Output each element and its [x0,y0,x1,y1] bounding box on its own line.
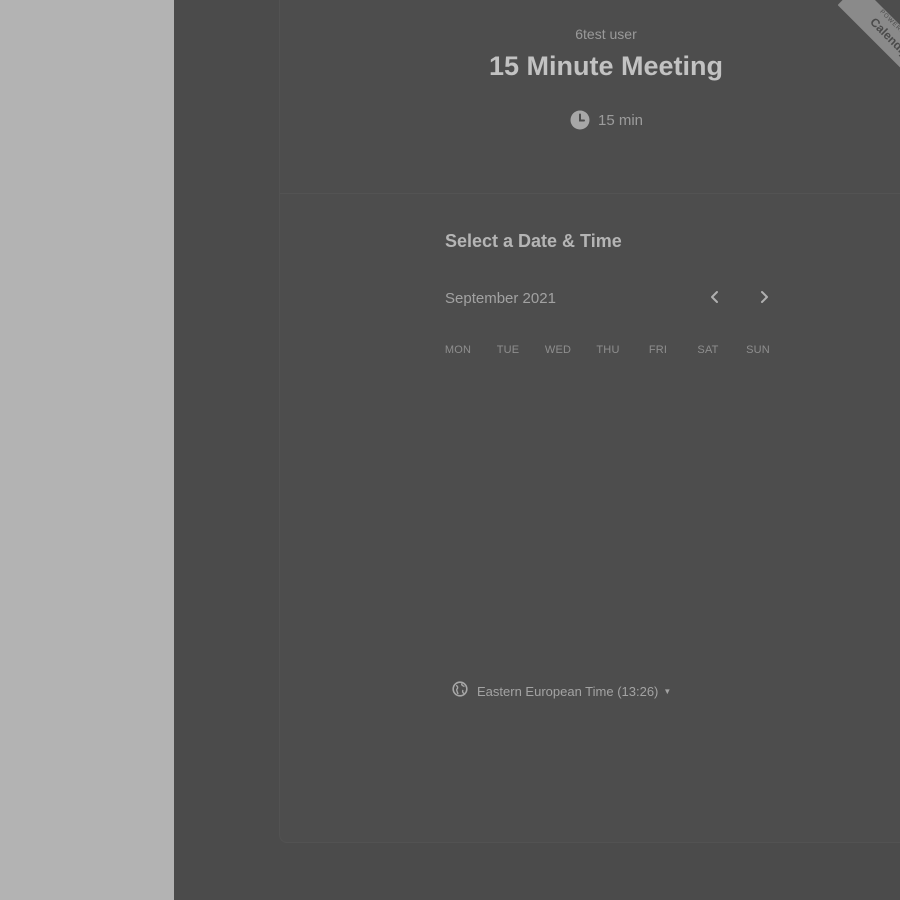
backdrop-left [0,0,174,900]
powered-by-ribbon: POWERED BY Calendly [838,0,900,71]
weekday-header-row: MON TUE WED THU FRI SAT SUN [433,344,793,356]
weekday-mon: MON [444,344,472,356]
weekday-tue: TUE [496,344,520,356]
weekday-thu: THU [596,344,620,356]
select-date-heading: Select a Date & Time [445,231,622,251]
month-label: September 2021 [445,290,556,307]
event-header: 6test user 15 Minute Meeting 15 min [280,0,900,194]
event-title: 15 Minute Meeting [488,51,724,81]
weekday-sun: SUN [746,344,770,356]
timezone-label: Eastern European Time (13:26) [477,683,659,699]
weekday-wed: WED [544,344,572,356]
modal-overlay: 6test user 15 Minute Meeting 15 min Sele… [174,0,900,900]
brand-text: Calendly [867,14,900,61]
powered-by-badge[interactable]: POWERED BY Calendly [838,0,900,71]
duration-label: 15 min [598,111,644,129]
weekday-sat: SAT [697,344,719,356]
caret-down-icon: ▼ [663,686,672,696]
event-duration: 15 min [570,109,643,131]
chevron-right-icon [758,290,770,309]
clock-icon [570,110,590,130]
prev-month-button[interactable] [703,287,727,311]
weekday-fri: FRI [648,344,668,356]
booking-card: 6test user 15 Minute Meeting 15 min Sele… [279,0,900,843]
globe-icon [452,680,468,702]
timezone-selector[interactable]: Eastern European Time (13:26) ▼ [452,680,672,702]
host-name: 6test user [575,26,637,42]
chevron-left-icon [709,290,721,309]
next-month-button[interactable] [752,287,776,311]
